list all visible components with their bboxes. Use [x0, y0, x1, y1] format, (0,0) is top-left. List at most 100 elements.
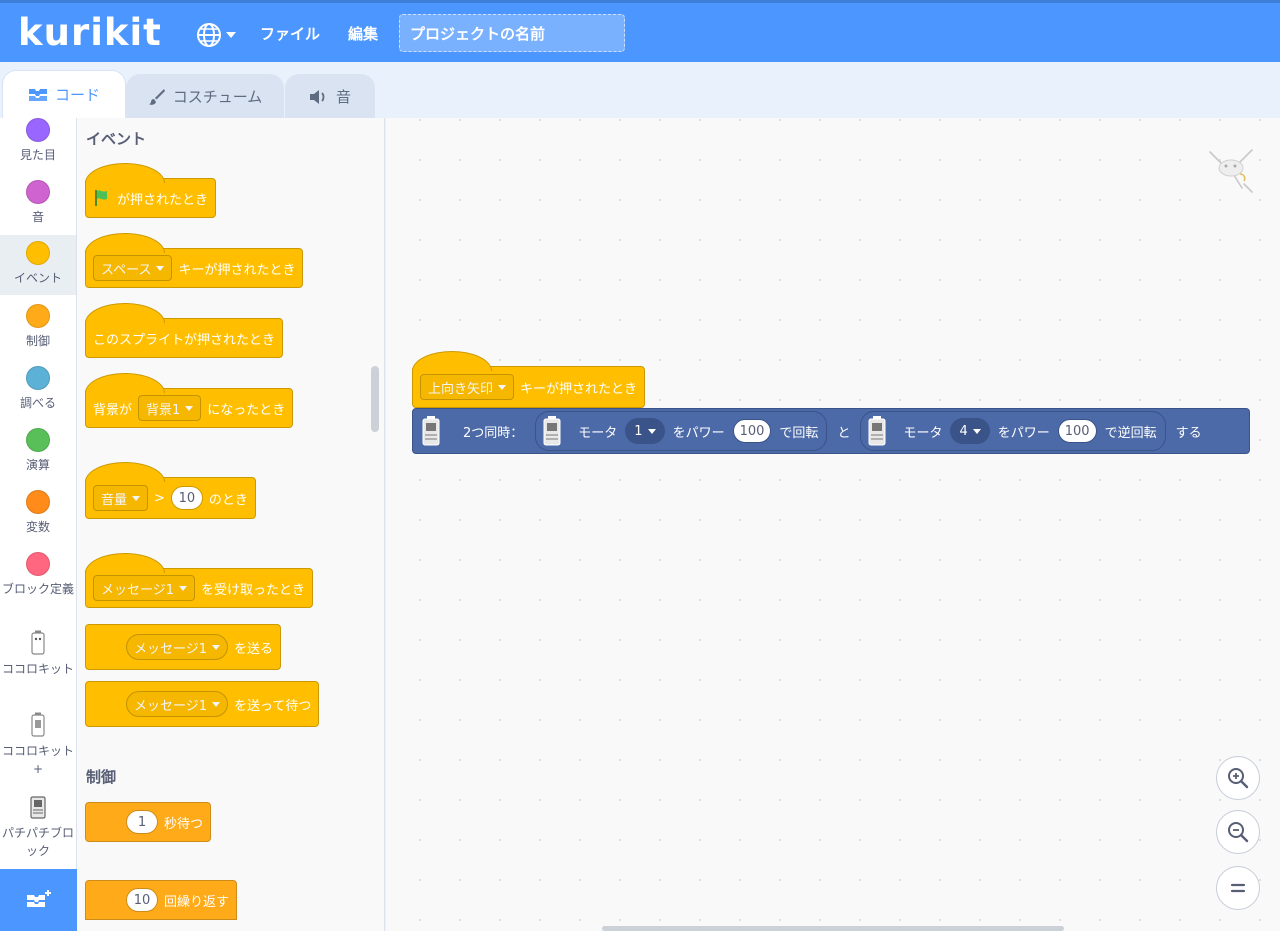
category-pachipachi[interactable]: パチパチブロック [0, 794, 76, 866]
dual-motor-block[interactable]: 2つ同時： モータ 1 をパワー 100 で回転 と モータ 4 をパワー 10… [412, 408, 1250, 454]
threshold-input[interactable]: 10 [170, 486, 203, 510]
block-text: キーが押されたとき [178, 262, 296, 278]
power-input[interactable]: 100 [1057, 419, 1097, 443]
block-text: 背景が [93, 402, 133, 418]
dropdown-arrow-icon [498, 384, 507, 390]
sensor-dropdown[interactable]: 音量 [93, 485, 149, 511]
when-greater-than-block[interactable]: 音量 > 10 のとき [85, 462, 256, 519]
variables-dot-icon [26, 490, 50, 514]
repeat-count-input[interactable]: 10 [126, 888, 158, 912]
category-variables[interactable]: 変数 [0, 490, 76, 546]
when-i-receive-block[interactable]: メッセージ1 を受け取ったとき [85, 553, 314, 608]
repeat-block[interactable]: 10 回繰り返す [85, 880, 238, 920]
when-sprite-clicked-block[interactable]: このスプライトが押されたとき [85, 303, 284, 358]
operator-text: > [154, 490, 165, 506]
events-heading: イベント [86, 130, 147, 148]
zoom-in-icon [1228, 768, 1249, 789]
category-label: 音 [31, 210, 44, 224]
dropdown-arrow-icon [647, 428, 656, 434]
looks-dot-icon [26, 118, 50, 142]
joiner-text: と [837, 425, 851, 441]
when-flag-clicked-block[interactable]: が押されたとき [85, 163, 217, 218]
backdrop-dropdown[interactable]: 背景1 [138, 395, 202, 421]
category-control[interactable]: 制御 [0, 304, 76, 360]
category-sensing[interactable]: 調べる [0, 366, 76, 422]
power-input[interactable]: 100 [732, 419, 772, 443]
zoom-in-button[interactable] [1216, 756, 1260, 800]
hat-cap [85, 163, 165, 183]
hat-cap [85, 233, 165, 253]
broadcast-block[interactable]: メッセージ1 を送る [85, 624, 282, 670]
block-text: を受け取ったとき [201, 582, 306, 598]
kokorokit-icon [31, 630, 45, 655]
block-text: 秒待つ [164, 816, 204, 832]
motor-number-dropdown[interactable]: 1 [625, 418, 665, 444]
my-blocks-dot-icon [26, 552, 50, 576]
category-label: パチパチブロック [2, 826, 75, 858]
category-label: 変数 [25, 520, 50, 534]
motor-number-dropdown[interactable]: 4 [950, 418, 990, 444]
category-label: ココロキット [2, 662, 75, 676]
action-label: で逆回転 [1104, 425, 1157, 441]
events-dot-icon [26, 241, 50, 265]
language-menu[interactable] [196, 21, 240, 49]
kurikit-logo[interactable]: kurikit [18, 11, 162, 55]
message-dropdown[interactable]: メッセージ1 [93, 575, 196, 601]
tab-costume[interactable]: コスチューム [126, 74, 284, 118]
motor-label: モータ [578, 425, 618, 441]
palette-scrollbar[interactable] [371, 366, 379, 432]
wait-seconds-block[interactable]: 1 秒待つ [85, 802, 212, 842]
motor-slot-1[interactable]: モータ 1 をパワー 100 で回転 [535, 411, 828, 451]
block-text: 回繰り返す [164, 894, 230, 910]
dropdown-arrow-icon [179, 585, 188, 591]
category-label: イベント [13, 271, 62, 285]
script-workspace[interactable]: 上向き矢印 キーが押されたとき 2つ同時： モータ 1 をパワー 100 で回転… [386, 118, 1280, 931]
add-extension-button[interactable] [0, 869, 77, 931]
category-label: ココロキット+ [2, 744, 75, 776]
motor-label: モータ [903, 425, 943, 441]
message-dropdown[interactable]: メッセージ1 [126, 634, 229, 660]
brush-icon [148, 88, 165, 105]
menu-bar: kurikit ファイル 編集 [0, 0, 1280, 62]
category-my-blocks[interactable]: ブロック定義 [0, 552, 76, 624]
kokorokit-plus-icon [31, 712, 45, 737]
control-heading: 制御 [86, 768, 117, 786]
equals-icon [1230, 883, 1246, 893]
category-looks[interactable]: 見た目 [0, 118, 76, 168]
workspace-horizontal-scrollbar[interactable] [602, 926, 1064, 931]
category-events[interactable]: イベント [0, 235, 76, 295]
power-label: をパワー [672, 425, 725, 441]
block-palette: イベント が押されたとき スペース キーが押されたとき このスプライトが押された… [77, 118, 385, 931]
when-key-pressed-block[interactable]: スペース キーが押されたとき [85, 233, 304, 288]
action-label: で回転 [779, 425, 819, 441]
edit-menu[interactable]: 編集 [348, 23, 378, 45]
dropdown-arrow-icon [132, 495, 141, 501]
when-up-arrow-pressed-block[interactable]: 上向き矢印 キーが押されたとき [412, 351, 646, 408]
tab-code[interactable]: コード [2, 70, 126, 118]
category-kokorokit[interactable]: ココロキット [0, 630, 76, 700]
category-sound[interactable]: 音 [0, 180, 76, 236]
tab-sound-label: 音 [335, 88, 351, 106]
key-dropdown[interactable]: スペース [93, 255, 173, 281]
zoom-out-button[interactable] [1216, 810, 1260, 854]
motor-slot-2[interactable]: モータ 4 をパワー 100 で逆回転 [860, 411, 1166, 451]
seconds-input[interactable]: 1 [126, 810, 158, 834]
message-dropdown[interactable]: メッセージ1 [126, 691, 229, 717]
hat-cap [85, 303, 165, 323]
operators-dot-icon [26, 428, 50, 452]
file-menu[interactable]: ファイル [260, 23, 320, 45]
block-text: このスプライトが押されたとき [93, 332, 276, 348]
category-label: ブロック定義 [2, 582, 75, 596]
broadcast-and-wait-block[interactable]: メッセージ1 を送って待つ [85, 681, 320, 727]
tab-sound[interactable]: 音 [285, 74, 375, 118]
zoom-out-icon [1228, 822, 1249, 843]
key-dropdown[interactable]: 上向き矢印 [420, 374, 515, 400]
category-operators[interactable]: 演算 [0, 428, 76, 484]
hat-cap [85, 462, 165, 482]
project-title-input[interactable] [399, 14, 625, 52]
zoom-reset-button[interactable] [1216, 866, 1260, 910]
category-kokorokit-plus[interactable]: ココロキット+ [0, 712, 76, 782]
when-backdrop-switches-block[interactable]: 背景が 背景1 になったとき [85, 373, 294, 428]
hat-cap [85, 373, 165, 393]
pachipachi-block-icon [30, 796, 46, 819]
